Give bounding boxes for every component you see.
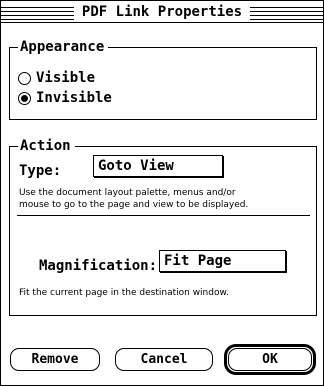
cancel-button[interactable]: Cancel: [115, 348, 213, 371]
magnification-label: Magnification:: [39, 258, 158, 274]
pdf-link-properties-dialog: PDF Link Properties Appearance Visible I…: [0, 0, 324, 386]
title-bar[interactable]: PDF Link Properties: [1, 1, 323, 23]
invisible-radio-option[interactable]: Invisible: [18, 89, 112, 107]
divider-line: [17, 215, 310, 216]
visible-radio-option[interactable]: Visible: [18, 69, 95, 87]
action-group: Action Type: Goto View Use the document …: [9, 137, 317, 316]
type-help-text: Use the document layout palette, menus a…: [19, 187, 248, 211]
type-label: Type:: [19, 163, 62, 179]
remove-button[interactable]: Remove: [10, 348, 100, 371]
type-help-line-1: Use the document layout palette, menus a…: [19, 188, 236, 198]
magnification-popup-menu[interactable]: Fit Page: [159, 250, 286, 272]
dialog-title: PDF Link Properties: [73, 3, 251, 21]
type-help-line-2: mouse to go to the page and view to be d…: [19, 200, 249, 210]
visible-radio-button[interactable]: [18, 71, 31, 85]
appearance-group-label: Appearance: [18, 38, 109, 56]
invisible-radio-button[interactable]: [18, 91, 31, 105]
visible-radio-label[interactable]: Visible: [36, 69, 95, 87]
invisible-radio-label[interactable]: Invisible: [36, 89, 112, 107]
action-group-label: Action: [18, 137, 75, 155]
type-popup-menu[interactable]: Goto View: [93, 155, 223, 177]
magnification-help-text: Fit the current page in the destination …: [19, 288, 229, 298]
ok-button[interactable]: OK: [228, 348, 312, 371]
appearance-group: Appearance Visible Invisible: [9, 38, 317, 120]
